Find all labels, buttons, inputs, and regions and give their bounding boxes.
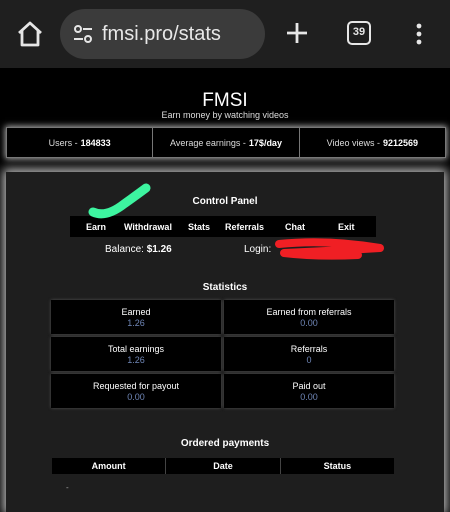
browser-toolbar: fmsi.pro/stats 39: [0, 0, 450, 68]
column-status: Status: [323, 461, 352, 471]
site-settings-icon[interactable]: [72, 23, 94, 45]
statistics-grid: Earned 1.26 Earned from referrals 0.00 T…: [51, 300, 394, 408]
requested-for-payout-label: Requested for payout: [92, 380, 180, 391]
nav-stats[interactable]: Stats: [188, 222, 210, 232]
site-brand: FMSI: [202, 90, 248, 111]
home-icon[interactable]: [16, 20, 44, 48]
users-stat-label: Users -: [48, 137, 78, 148]
earned-cell: Earned 1.26: [51, 300, 221, 334]
average-earnings-value: 17$/day: [248, 137, 282, 148]
balance-label: Balance:: [105, 244, 147, 255]
login-display: Login:: [244, 244, 271, 255]
address-bar[interactable]: fmsi.pro/stats: [60, 9, 265, 59]
nav-exit[interactable]: Exit: [338, 222, 355, 232]
payments-empty-row: -: [66, 483, 69, 492]
paid-out-value: 0.00: [300, 391, 318, 402]
video-views-stat: Video views - 9212569: [300, 128, 445, 157]
total-earnings-value: 1.26: [127, 354, 145, 365]
red-redaction-scribble: [275, 238, 384, 260]
new-tab-icon[interactable]: [284, 20, 310, 46]
referrals-value: 0: [306, 354, 312, 365]
referrals-label: Referrals: [290, 343, 328, 354]
tabs-icon[interactable]: 39: [347, 21, 371, 45]
nav-referrals[interactable]: Referrals: [225, 222, 264, 232]
average-earnings-label: Average earnings -: [170, 137, 246, 148]
users-stat-value: 184833: [80, 137, 111, 148]
video-views-label: Video views -: [326, 137, 380, 148]
earned-value: 1.26: [127, 317, 145, 328]
total-earnings-cell: Total earnings 1.26: [51, 337, 221, 371]
earned-from-referrals-cell: Earned from referrals 0.00: [224, 300, 394, 334]
paid-out-cell: Paid out 0.00: [224, 374, 394, 408]
requested-for-payout-cell: Requested for payout 0.00: [51, 374, 221, 408]
statistics-title: Statistics: [202, 282, 248, 293]
nav-chat[interactable]: Chat: [285, 222, 305, 232]
login-label: Login:: [244, 244, 272, 255]
more-menu-icon[interactable]: [411, 22, 427, 46]
site-tagline: Earn money by watching videos: [161, 110, 289, 120]
control-panel-container: Control Panel Earn Withdrawal Stats Refe…: [6, 172, 444, 512]
total-earnings-label: Total earnings: [107, 343, 165, 354]
requested-for-payout-value: 0.00: [127, 391, 145, 402]
earned-from-referrals-label: Earned from referrals: [266, 306, 352, 317]
video-views-value: 9212569: [382, 137, 419, 148]
balance-value: $1.26: [146, 244, 172, 255]
ordered-payments-title: Ordered payments: [180, 438, 270, 449]
payments-table-header: Amount Date Status: [52, 458, 394, 474]
control-panel-title: Control Panel: [192, 196, 258, 207]
users-stat: Users - 184833: [7, 128, 154, 157]
nav-earn[interactable]: Earn: [86, 222, 106, 232]
column-amount: Amount: [91, 461, 126, 471]
url-text[interactable]: fmsi.pro/stats: [102, 23, 221, 46]
paid-out-label: Paid out: [292, 380, 326, 391]
column-date: Date: [165, 458, 281, 474]
referrals-cell: Referrals 0: [224, 337, 394, 371]
nav-withdrawal[interactable]: Withdrawal: [124, 222, 172, 232]
earned-label: Earned: [121, 306, 151, 317]
stats-strip: Users - 184833 Average earnings - 17$/da…: [6, 127, 446, 158]
earned-from-referrals-value: 0.00: [300, 317, 318, 328]
average-earnings-stat: Average earnings - 17$/day: [153, 128, 300, 157]
balance-display: Balance: $1.26: [105, 244, 172, 255]
green-check-annotation: [88, 183, 151, 219]
